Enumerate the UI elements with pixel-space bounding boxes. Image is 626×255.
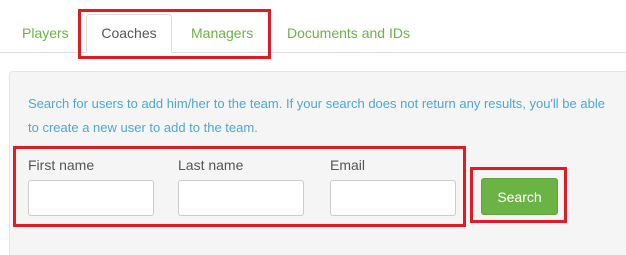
tab-coaches[interactable]: Coaches [86,14,172,53]
search-button[interactable]: Search [481,178,558,215]
tab-players[interactable]: Players [22,14,69,52]
search-hint-text: Search for users to add him/her to the t… [28,96,605,135]
email-input[interactable] [330,180,456,216]
tab-documents-and-ids[interactable]: Documents and IDs [287,14,410,52]
add-team-user-page: Players Coaches Managers Documents and I… [0,0,626,255]
first-name-input[interactable] [28,180,154,216]
tab-managers[interactable]: Managers [191,14,253,52]
last-name-label: Last name [178,157,244,173]
tab-bar: Players Coaches Managers Documents and I… [0,0,626,53]
email-label: Email [330,157,366,173]
last-name-input[interactable] [178,180,304,216]
first-name-label: First name [28,157,95,173]
